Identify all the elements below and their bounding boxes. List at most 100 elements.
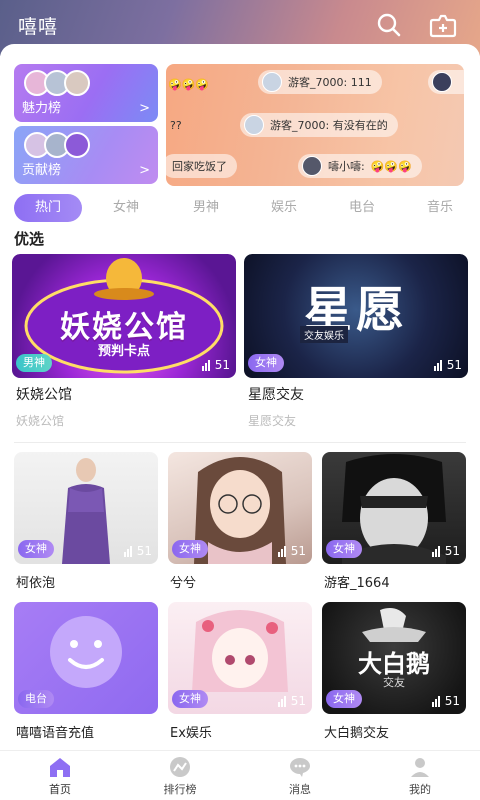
chat-bubble: 回家吃饭了 [166,154,237,178]
nav-label: 消息 [289,783,311,796]
popularity-count: 51 [123,544,152,558]
room-cover: 星愿 交友娱乐 女神 51 [244,254,468,378]
avatar [302,156,322,176]
chat-bubble: ?? [166,113,192,137]
featured-room-card[interactable]: 星愿 交友娱乐 女神 51 星愿交友 星愿交友 [244,254,468,430]
room-card[interactable]: 电台 嘻嘻语音充值 [14,602,158,742]
popularity-value: 51 [444,544,460,558]
room-cover-title: 星愿 [303,282,408,338]
divider [14,442,466,443]
avatar [262,72,282,92]
category-tag: 女神 [326,690,362,708]
popularity-count: 51 [433,358,462,372]
room-name: Ex娱乐 [170,726,212,741]
tab-entertainment[interactable]: 娱乐 [252,194,316,222]
bottom-navigation: 首页 排行榜 消息 我的 [0,750,480,800]
room-cover-subtitle: 交友娱乐 [300,326,348,343]
room-name: 柯依泡 [16,576,56,591]
room-cover: 妖娆公馆 预判卡点 男神 51 [12,254,236,378]
tab-music[interactable]: 音乐 [408,194,472,222]
popularity-count: 51 [431,694,460,708]
popularity-count: 51 [431,544,460,558]
room-name: 妖娆公馆 [16,387,72,403]
featured-room-card[interactable]: 妖娆公馆 预判卡点 男神 51 妖娆公馆 妖娆公馆 [12,254,236,430]
category-tag: 电台 [18,690,54,708]
room-card[interactable]: 女神 51 Ex娱乐 [168,602,312,742]
charm-rank-label: 魅力榜 [22,101,62,116]
nav-home[interactable]: 首页 [20,755,100,799]
popularity-value: 51 [290,694,306,708]
nav-label: 我的 [409,783,431,796]
nav-profile[interactable]: 我的 [380,755,460,799]
chat-message: ?? [170,118,182,132]
live-chat-panel[interactable]: 🤪🤪🤪 游客_7000: 111 ?? 游客_7000: 有没有在的 回家吃饭了… [166,64,464,186]
signal-bars-icon [123,545,133,557]
category-tag: 男神 [16,354,52,372]
room-cover: 电台 [14,602,158,714]
avatar [64,132,90,158]
tab-radio[interactable]: 电台 [330,194,394,222]
signal-bars-icon [431,695,441,707]
nav-ranking[interactable]: 排行榜 [140,755,220,799]
category-tag: 女神 [18,540,54,558]
signal-bars-icon [277,695,287,707]
popularity-count: 51 [277,694,306,708]
room-name: 游客_1664 [324,576,390,591]
nav-messages[interactable]: 消息 [260,755,340,799]
room-card[interactable]: 大白鹅 交友 女神 51 大白鹅交友 [322,602,466,742]
category-tag: 女神 [248,354,284,372]
chat-emoji: 🤪🤪🤪 [168,77,210,91]
room-cover: 女神 51 [168,452,312,564]
room-name: 星愿交友 [248,387,304,403]
room-cover: 女神 51 [168,602,312,714]
room-name: 大白鹅交友 [324,726,390,741]
room-cover: 女神 51 [14,452,158,564]
chevron-right-icon: > [139,101,150,116]
chat-bubble: 游客_7000: 有没有在的 [240,113,398,137]
tab-goddess[interactable]: 女神 [94,194,158,222]
popularity-count: 51 [277,544,306,558]
room-card[interactable]: 女神 51 游客_1664 [322,452,466,592]
avatar [64,70,90,96]
category-tag: 女神 [326,540,362,558]
contribution-rank-card[interactable]: 贡献榜 > [14,126,158,184]
tab-male-god[interactable]: 男神 [174,194,238,222]
room-name: 嘻嘻语音充值 [16,726,95,741]
signal-bars-icon [433,359,443,371]
category-tag: 女神 [172,690,208,708]
room-subtitle: 星愿交友 [248,414,297,428]
category-tag: 女神 [172,540,208,558]
room-cover: 大白鹅 交友 女神 51 [322,602,466,714]
popularity-value: 51 [290,544,306,558]
home-icon [48,755,72,779]
popularity-value: 51 [446,358,462,372]
room-card[interactable]: 女神 51 兮兮 [168,452,312,592]
popularity-count: 51 [201,358,230,372]
category-tabs: 热门 女神 男神 娱乐 电台 音乐 [14,194,480,222]
chat-bubble: 嚋小嚋: 🤪🤪🤪 [298,154,422,178]
charm-rank-card[interactable]: 魅力榜 > [14,64,158,122]
room-cover-subtitle: 交友 [383,676,405,689]
popularity-value: 51 [444,694,460,708]
contribution-rank-label: 贡献榜 [22,163,62,178]
chat-bubble [428,70,464,94]
chat-message: 游客_7000: 111 [288,76,372,89]
room-name: 兮兮 [170,576,197,591]
room-card[interactable]: 女神 51 柯依泡 [14,452,158,592]
chat-emoji: 🤪🤪🤪 [370,159,412,173]
search-icon[interactable] [374,10,404,40]
add-room-icon[interactable] [428,10,458,40]
signal-bars-icon [431,545,441,557]
signal-bars-icon [201,359,211,371]
room-cover: 女神 51 [322,452,466,564]
chat-message: 游客_7000: 有没有在的 [270,119,388,132]
popularity-value: 51 [214,358,230,372]
signal-bars-icon [277,545,287,557]
ranking-icon [168,755,192,779]
app-title: 嘻嘻 [18,16,59,38]
contribution-top-avatars [24,132,90,158]
section-title: 优选 [14,230,45,248]
profile-icon [408,755,432,779]
tab-hot[interactable]: 热门 [14,194,82,222]
avatar [432,72,452,92]
